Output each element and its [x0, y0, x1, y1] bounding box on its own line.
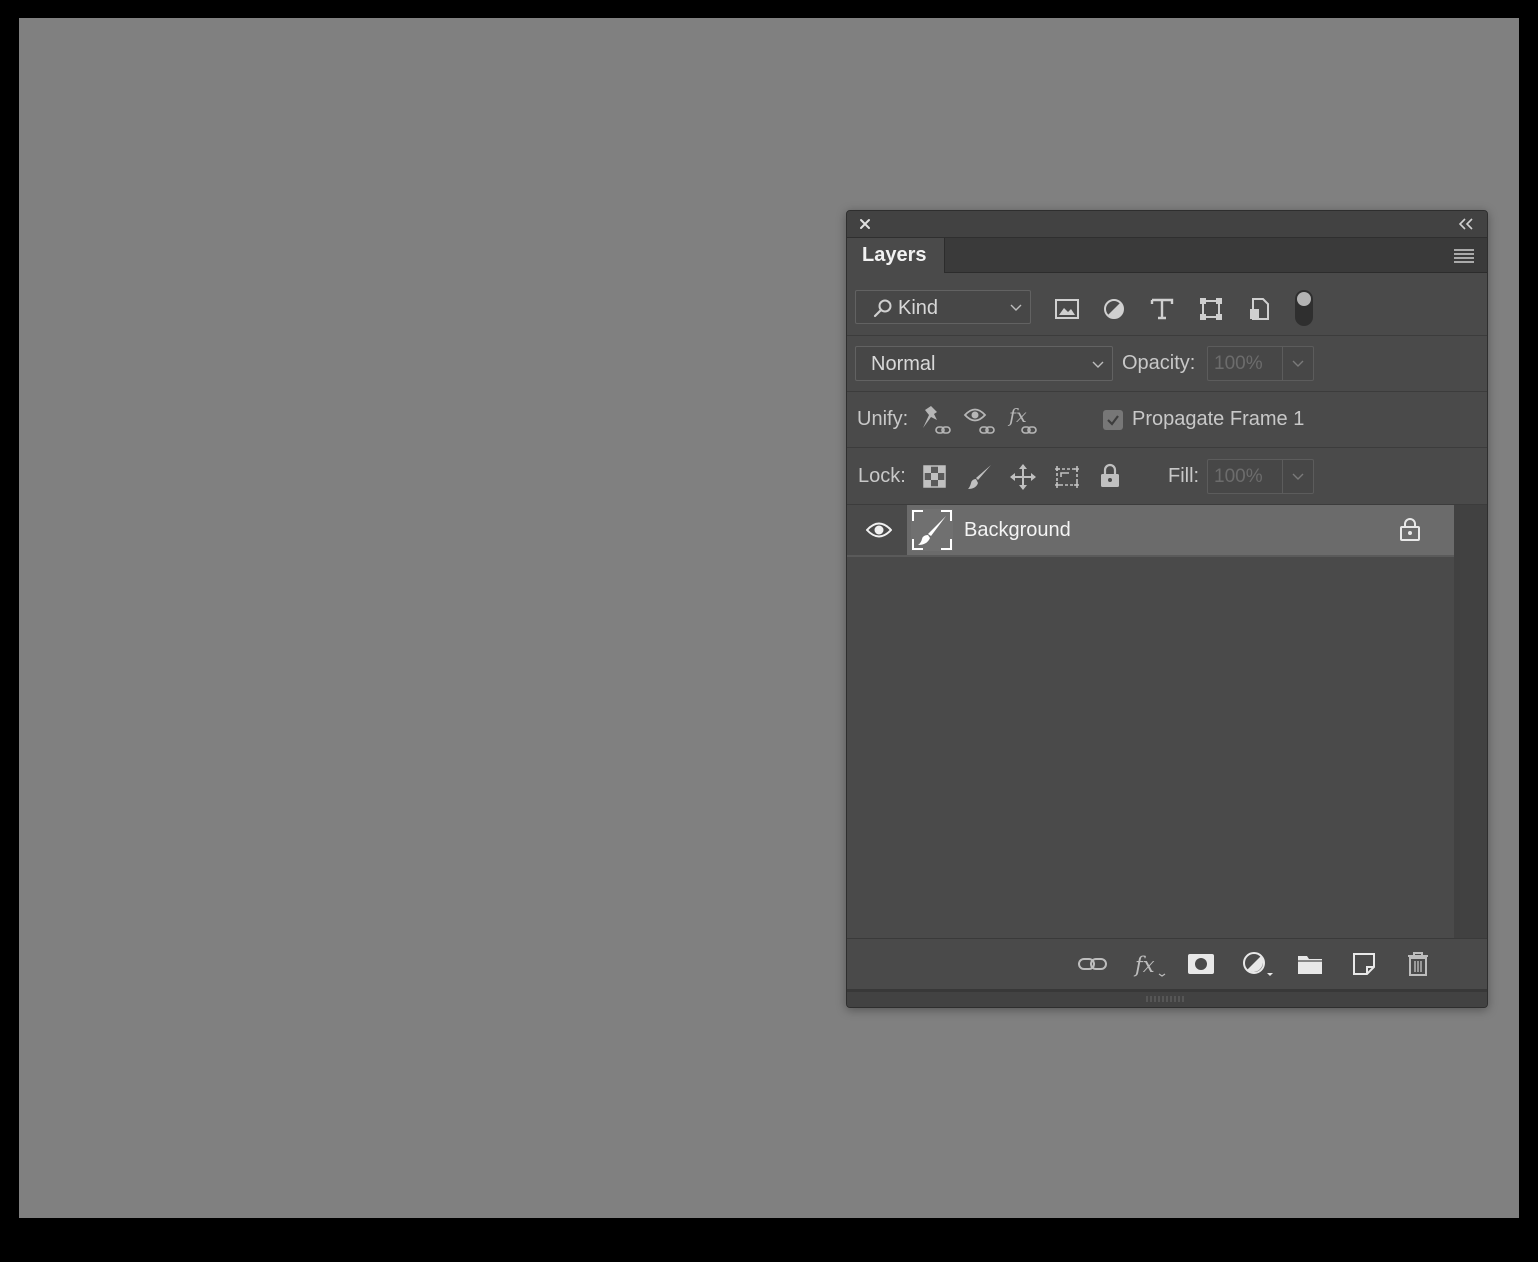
grip-icon [1146, 996, 1184, 1002]
fill-label: Fill: [1168, 465, 1200, 487]
kind-filter-select[interactable]: Kind [855, 290, 1031, 324]
search-icon [873, 299, 892, 318]
lock-position-move-icon[interactable] [1009, 463, 1037, 491]
chevron-down-icon [1292, 473, 1304, 480]
panel-tabbar: Layers [847, 238, 1487, 273]
adjustment-layer-icon[interactable] [1241, 951, 1273, 977]
add-mask-icon[interactable] [1187, 951, 1215, 977]
fill-field[interactable]: 100% [1207, 459, 1314, 494]
trash-icon[interactable] [1405, 951, 1431, 977]
lock-label: Lock: [858, 465, 906, 487]
unify-label: Unify: [857, 408, 909, 430]
svg-text:fx: fx [1133, 953, 1155, 977]
filter-toggle-knob [1297, 292, 1311, 306]
lock-artboard-icon[interactable] [1052, 463, 1082, 491]
blend-row: Normal Opacity: 100% [847, 336, 1487, 392]
fx-icon[interactable]: fx [1133, 951, 1167, 977]
svg-text:fx: fx [1007, 405, 1027, 427]
opacity-dropdown-button[interactable] [1282, 347, 1313, 380]
type-layer-filter-icon[interactable] [1149, 297, 1175, 321]
tab-layers[interactable]: Layers [847, 238, 945, 273]
propagate-frame-label: Propagate Frame 1 [1132, 408, 1305, 430]
lock-transparent-pixels-icon[interactable] [923, 465, 946, 488]
unify-style-icon[interactable]: fx [1007, 404, 1043, 438]
blend-mode-value: Normal [871, 353, 936, 375]
kind-filter-label: Kind [898, 297, 939, 319]
opacity-field[interactable]: 100% [1207, 346, 1314, 381]
filter-toggle-switch[interactable] [1295, 290, 1313, 326]
opacity-value: 100% [1214, 353, 1263, 374]
filter-row: Kind [847, 273, 1487, 336]
checkmark-icon [1107, 415, 1119, 426]
layer-row-background[interactable]: Background [847, 505, 1454, 557]
close-icon[interactable] [857, 216, 873, 232]
layer-locked-icon[interactable] [1399, 517, 1421, 541]
artboard-thumbnail-icon [911, 509, 953, 551]
chevron-down-icon [1292, 360, 1304, 367]
layer-list-scrollbar[interactable] [1454, 505, 1487, 938]
opacity-label: Opacity: [1122, 352, 1196, 374]
panel-resize-handle[interactable] [847, 989, 1487, 1007]
pixel-layer-filter-icon[interactable] [1054, 297, 1080, 321]
layer-name[interactable]: Background [964, 519, 1071, 542]
eye-icon [866, 522, 892, 538]
collapse-chevrons-icon[interactable] [1457, 217, 1475, 231]
blend-mode-select[interactable]: Normal [855, 346, 1113, 381]
fill-dropdown-button[interactable] [1282, 460, 1313, 493]
link-layers-icon[interactable] [1077, 951, 1109, 977]
unify-visibility-icon[interactable] [963, 404, 999, 438]
lock-row: Lock: Fill: 100% [847, 448, 1487, 505]
unify-row: Unify: fx Propagate Frame 1 [847, 392, 1487, 448]
chevron-down-icon [1010, 304, 1022, 311]
layers-panel: Layers Kind Normal Opacity: 100% Unify: … [846, 210, 1488, 1008]
panel-titlebar[interactable] [847, 211, 1487, 238]
shape-layer-filter-icon[interactable] [1198, 297, 1224, 321]
panel-menu-icon[interactable] [1453, 248, 1475, 264]
layers-footer: fx [847, 938, 1487, 989]
visibility-toggle[interactable] [847, 505, 907, 555]
layer-list[interactable]: Background [847, 505, 1454, 938]
adjustment-layer-filter-icon[interactable] [1101, 297, 1127, 321]
lock-image-pixels-brush-icon[interactable] [966, 463, 994, 491]
unify-position-icon[interactable] [919, 404, 955, 438]
propagate-frame-checkbox[interactable] [1103, 410, 1123, 430]
fill-value: 100% [1214, 466, 1263, 487]
lock-all-icon[interactable] [1099, 463, 1121, 489]
new-layer-icon[interactable] [1351, 951, 1377, 977]
smart-object-filter-icon[interactable] [1247, 297, 1273, 321]
new-group-folder-icon[interactable] [1296, 951, 1324, 977]
chevron-down-icon [1092, 361, 1104, 368]
